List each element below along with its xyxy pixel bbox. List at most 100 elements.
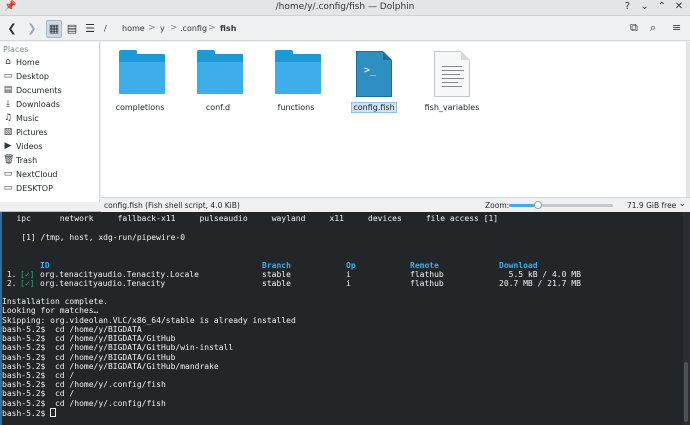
text-file-icon	[434, 51, 470, 97]
breadcrumb-fish[interactable]: fish	[220, 24, 236, 33]
documents-icon: ▤	[3, 85, 13, 95]
folder-icon: ▭	[3, 169, 13, 179]
title-bar[interactable]: 📌 /home/y/.config/fish — Dolphin ? ⌄ ⌃ ✕	[0, 0, 690, 16]
sidebar-item-desktop-drive[interactable]: ▭ DESKTOP	[0, 182, 99, 196]
search-icon[interactable]: ⌕	[650, 21, 656, 35]
terminal-log-line: bash-5.2$ cd /	[2, 371, 75, 380]
places-sidebar: Places ⌂ Home ▭ Desktop ▤ Documents ⤓ Do…	[0, 42, 100, 202]
remote: flathub	[410, 270, 444, 279]
selection-info: config.fish (Fish shell script, 4.0 KiB)	[104, 201, 240, 210]
permissions-line: ipc network fallback-x11 pulseaudio wayl…	[2, 214, 499, 223]
terminal-log-line: bash-5.2$ cd /home/y/BIGDATA	[2, 325, 142, 334]
file-tile-functions[interactable]: functions	[261, 46, 331, 116]
minimize-icon[interactable]: ⌄	[638, 1, 652, 12]
breadcrumb-root[interactable]: /	[104, 24, 107, 33]
file-name: fish_variables	[424, 103, 480, 112]
hamburger-menu-icon[interactable]: ≡	[672, 21, 681, 34]
videos-icon: ▶	[4, 141, 12, 151]
close-icon[interactable]: ✕	[672, 1, 686, 12]
help-icon[interactable]: ?	[620, 1, 634, 12]
terminal-scrollbar[interactable]	[683, 212, 690, 425]
sidebar-item-nextcloud[interactable]: ▭ NextCloud	[0, 168, 99, 182]
branch: stable	[262, 279, 291, 288]
pictures-icon: ▧	[3, 127, 13, 137]
breadcrumb-y[interactable]: y	[160, 24, 165, 33]
compact-view-button[interactable]: ▤	[64, 20, 80, 38]
folder-icon	[197, 50, 243, 94]
file-tile-confd[interactable]: conf.d	[183, 46, 253, 116]
file-name: conf.d	[205, 103, 231, 112]
column-header-remote: Remote	[410, 261, 439, 270]
terminal-log-line: bash-5.2$ cd /home/y/BIGDATA/GitHub	[2, 353, 176, 362]
row-number: 1.	[2, 270, 17, 279]
download-progress: 5.5 kB / 4.0 MB	[499, 270, 581, 279]
breadcrumb-separator: >	[208, 23, 216, 33]
breadcrumb-home[interactable]: home	[122, 24, 145, 33]
sidebar-item-label: Desktop	[16, 72, 49, 81]
breadcrumb-config[interactable]: .config	[180, 24, 207, 33]
sidebar-item-documents[interactable]: ▤ Documents	[0, 84, 99, 98]
sidebar-item-label: Pictures	[16, 128, 48, 137]
zoom-label: Zoom:	[485, 201, 510, 210]
terminal-log-line: bash-5.2$ cd /home/y/BIGDATA/GitHub/win-…	[2, 343, 234, 352]
app-id: org.tenacityaudio.Tenacity.Locale	[40, 270, 199, 279]
branch: stable	[262, 270, 291, 279]
home-icon: ⌂	[5, 57, 11, 67]
terminal-prompt-line[interactable]: bash-5.2$	[2, 408, 57, 418]
sidebar-item-music[interactable]: ♫ Music	[0, 112, 99, 126]
column-header-op: Op	[346, 261, 356, 270]
column-header-download: Download	[499, 261, 538, 270]
places-header: Places	[3, 45, 29, 54]
window-controls: ? ⌄ ⌃ ✕	[620, 1, 686, 12]
file-name: functions	[277, 103, 315, 112]
sidebar-item-downloads[interactable]: ⤓ Downloads	[0, 98, 99, 112]
breadcrumb-separator: >	[170, 23, 178, 33]
maximize-icon[interactable]: ⌃	[655, 1, 669, 12]
file-name: completions	[115, 103, 165, 112]
zoom-slider[interactable]	[509, 201, 613, 209]
window-title: /home/y/.config/fish — Dolphin	[275, 2, 415, 12]
terminal-log-line: bash-5.2$ cd /	[2, 389, 75, 398]
app-id: org.tenacityaudio.Tenacity	[40, 279, 166, 288]
terminal-scrollbar-thumb[interactable]	[684, 362, 688, 422]
sidebar-item-label: NextCloud	[16, 170, 58, 179]
details-view-button[interactable]: ☰	[82, 20, 98, 38]
status-bar: config.fish (Fish shell script, 4.0 KiB)…	[101, 197, 690, 212]
file-tile-completions[interactable]: completions	[105, 46, 175, 116]
prompt: bash-5.2$	[2, 409, 51, 418]
sidebar-item-label: Videos	[16, 142, 43, 151]
file-tile-fish-variables[interactable]: fish_variables	[417, 46, 487, 116]
chevron-down-icon[interactable]: ⌄	[678, 199, 686, 209]
file-view-scrollbar[interactable]	[686, 42, 690, 197]
sidebar-item-trash[interactable]: 🗑 Trash	[0, 154, 99, 168]
split-view-icon[interactable]: ⧉	[630, 21, 638, 35]
column-header-id: ID	[40, 261, 50, 270]
sidebar-item-videos[interactable]: ▶ Videos	[0, 140, 99, 154]
sidebar-item-home[interactable]: ⌂ Home	[0, 56, 99, 70]
icons-view-button[interactable]: ▦	[46, 20, 62, 38]
downloads-icon: ⤓	[6, 99, 10, 109]
op: i	[346, 270, 351, 279]
sidebar-item-label: Home	[16, 58, 40, 67]
forward-button[interactable]: ❯	[24, 20, 40, 38]
op: i	[346, 279, 351, 288]
sidebar-item-label: Downloads	[16, 100, 60, 109]
terminal-log-line: bash-5.2$ cd /home/y/.config/fish	[2, 399, 166, 408]
sidebar-item-desktop[interactable]: ▭ Desktop	[0, 70, 99, 84]
terminal-log-line: bash-5.2$ cd /home/y/BIGDATA/GitHub	[2, 334, 176, 343]
sidebar-item-pictures[interactable]: ▧ Pictures	[0, 126, 99, 140]
back-button[interactable]: ❮	[4, 20, 20, 38]
drive-icon: ▭	[3, 183, 13, 193]
check-icon: [✓]	[20, 279, 35, 288]
file-tile-config-fish[interactable]: >_ config.fish	[339, 46, 409, 116]
terminal-panel[interactable]: ipc network fallback-x11 pulseaudio wayl…	[0, 212, 690, 425]
zoom-slider-handle[interactable]	[534, 201, 543, 209]
sidebar-item-label: Music	[16, 114, 39, 123]
dolphin-window: 📌 /home/y/.config/fish — Dolphin ? ⌄ ⌃ ✕…	[0, 0, 690, 212]
toolbar: ❮ ❯ ▦ ▤ ☰ / home > y > .config > fish ⧉ …	[0, 17, 690, 41]
remote: flathub	[410, 279, 444, 288]
terminal-log-line: bash-5.2$ cd /home/y/.config/fish	[2, 380, 166, 389]
column-header-branch: Branch	[262, 261, 291, 270]
file-view[interactable]: completions conf.d functions >_ config.f…	[101, 42, 690, 197]
terminal-log-line: Skipping: org.videolan.VLC/x86_64/stable…	[2, 316, 296, 325]
